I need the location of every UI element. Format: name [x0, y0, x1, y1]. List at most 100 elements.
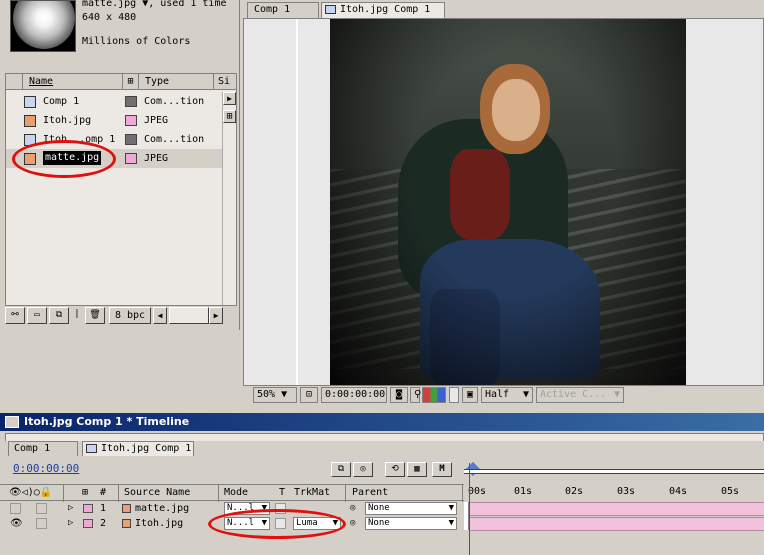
scroll-right-icon[interactable]: ▶: [223, 92, 236, 105]
size-column-header[interactable]: Si: [214, 74, 236, 90]
find-icon[interactable]: ⚯: [5, 307, 25, 324]
pick-whip-icon[interactable]: ◎: [350, 501, 355, 516]
scroll-right-icon[interactable]: ▶: [209, 307, 223, 324]
label-swatch: [125, 134, 137, 145]
trkmat-header[interactable]: TrkMat: [294, 487, 330, 498]
layer-source-name[interactable]: matte.jpg: [135, 501, 189, 516]
vertical-scrollbar[interactable]: ▶ ⊞: [222, 92, 236, 305]
label-swatch: [125, 153, 137, 164]
trash-icon[interactable]: 🗑: [85, 307, 105, 324]
layer-number: 1: [100, 503, 107, 514]
render-icon[interactable]: ◎: [353, 462, 373, 477]
layer-duration-bar-1[interactable]: [470, 502, 764, 516]
show-snapshot-icon[interactable]: ⚲: [410, 387, 421, 403]
layout-grid-icon[interactable]: ⊞: [223, 110, 236, 123]
channel-icon[interactable]: [422, 387, 446, 403]
composition-image: [330, 19, 686, 385]
project-toolbar: ⚯ ▭ ⧉ | 🗑 8 bpc ◀ ▶: [5, 307, 237, 324]
composition-panel: Comp 1 Itoh.jpg Comp 1 50% ▼ ⊡ 0:00:00:0…: [241, 0, 764, 410]
parent-header[interactable]: Parent: [352, 487, 388, 498]
video-toggle[interactable]: [10, 503, 21, 514]
mode-header[interactable]: Mode: [224, 487, 248, 498]
column-divider: [462, 485, 463, 502]
resolution-value: Half: [485, 389, 510, 400]
type-column-header[interactable]: Type: [139, 74, 214, 90]
safe-zones-icon[interactable]: ⊡: [300, 387, 318, 403]
current-time-display[interactable]: 0:00:00:00: [321, 387, 387, 403]
channel-dropdown[interactable]: [449, 387, 459, 403]
tab-label: Itoh.jpg Comp 1: [340, 4, 431, 15]
composition-viewer[interactable]: [243, 18, 764, 386]
column-divider: [345, 485, 346, 502]
label-swatch: [125, 115, 137, 126]
annotation-circle-matte: [12, 140, 116, 178]
frame-blending-icon[interactable]: ▦: [407, 462, 427, 477]
info-line-4: Millions of Colors: [82, 36, 191, 47]
comp-flowchart-icon[interactable]: ⧉: [331, 462, 351, 477]
new-folder-icon[interactable]: ▭: [27, 307, 47, 324]
annotation-circle-trkmat: [208, 509, 346, 539]
solo-toggle[interactable]: [36, 518, 47, 529]
snapshot-icon[interactable]: ◙: [390, 387, 408, 403]
region-of-interest-icon[interactable]: ▣: [462, 387, 478, 403]
tab-itoh-comp-1-timeline[interactable]: Itoh.jpg Comp 1: [82, 441, 194, 456]
layer-source-name[interactable]: Itoh.jpg: [135, 516, 183, 531]
timeline-panel: Comp 1 Itoh.jpg Comp 1 0:00:00:00 ⧉ ◎ ⟲ …: [0, 431, 764, 555]
pick-whip-icon[interactable]: ◎: [350, 516, 355, 531]
composition-icon: [24, 96, 36, 108]
chevron-down-icon: ▼: [281, 389, 288, 400]
time-ruler[interactable]: 00s 01s 02s 03s 04s 05s: [464, 484, 764, 501]
tab-comp-1-timeline[interactable]: Comp 1: [8, 441, 78, 456]
label-color-column-header[interactable]: ⊞: [123, 74, 139, 90]
footage-icon: [122, 519, 131, 528]
project-item-comp-1[interactable]: Comp 1 Com...tion: [6, 92, 236, 111]
project-item-name: Comp 1: [43, 96, 80, 107]
layer-number: 2: [100, 518, 107, 529]
label-column-header[interactable]: [6, 74, 23, 90]
eye-icon[interactable]: 👁: [10, 516, 23, 531]
parent-dropdown[interactable]: None ▼: [365, 502, 457, 515]
chevron-down-icon: ▼: [448, 518, 454, 528]
scroll-left-icon[interactable]: ◀: [153, 307, 167, 324]
zoom-dropdown[interactable]: 50% ▼: [253, 387, 297, 403]
tab-comp-1[interactable]: Comp 1: [247, 2, 319, 18]
project-item-name: Itoh.jpg: [43, 115, 92, 126]
timeline-navigator[interactable]: [5, 433, 764, 441]
timeline-timecode[interactable]: 0:00:00:00: [13, 462, 79, 475]
project-item-itoh-jpg[interactable]: Itoh.jpg JPEG: [6, 111, 236, 130]
work-area-bar[interactable]: [464, 461, 764, 480]
tab-itoh-comp-1[interactable]: Itoh.jpg Comp 1: [321, 2, 445, 18]
layer-duration-bar-2[interactable]: [470, 517, 764, 531]
ruler-tick-label: 04s: [669, 486, 688, 497]
resolution-dropdown[interactable]: Half ▼: [481, 387, 533, 403]
work-area-track[interactable]: [464, 469, 764, 474]
timeline-title-bar[interactable]: Itoh.jpg Comp 1 * Timeline: [0, 413, 764, 431]
bit-depth-button[interactable]: 8 bpc: [109, 307, 151, 324]
project-panel: matte.jpg ▼, used 1 time 640 x 480 Milli…: [0, 0, 240, 330]
view-dropdown[interactable]: Active C... ▼: [536, 387, 624, 403]
draft-3d-icon[interactable]: ⟲: [385, 462, 405, 477]
solo-toggle[interactable]: [36, 503, 47, 514]
column-divider: [118, 485, 119, 502]
project-item-type: Com...tion: [144, 96, 205, 107]
horizontal-scroll-track[interactable]: [169, 307, 209, 324]
zoom-value: 50%: [257, 389, 276, 400]
source-name-header[interactable]: Source Name: [124, 487, 190, 498]
current-time-indicator[interactable]: [469, 463, 470, 555]
expand-triangle-icon[interactable]: ▷: [68, 516, 73, 531]
name-column-header[interactable]: Name: [23, 74, 123, 90]
expand-triangle-icon[interactable]: ▷: [68, 501, 73, 516]
chevron-down-icon: ▼: [448, 503, 454, 513]
ruler-tick-label: 00s: [468, 486, 487, 497]
ruler-tick-label: 05s: [721, 486, 740, 497]
chevron-down-icon: ▼: [522, 389, 529, 400]
info-line-2: 640 x 480: [82, 12, 137, 23]
layer-label-color[interactable]: [83, 519, 93, 528]
parent-value: None: [368, 518, 390, 528]
layer-label-color[interactable]: [83, 504, 93, 513]
parent-dropdown[interactable]: None ▼: [365, 517, 457, 530]
info-line-1: matte.jpg ▼, used 1 time: [82, 0, 227, 9]
t-header: T: [279, 487, 286, 498]
new-comp-icon[interactable]: ⧉: [49, 307, 69, 324]
motion-blur-button[interactable]: M: [432, 462, 452, 477]
